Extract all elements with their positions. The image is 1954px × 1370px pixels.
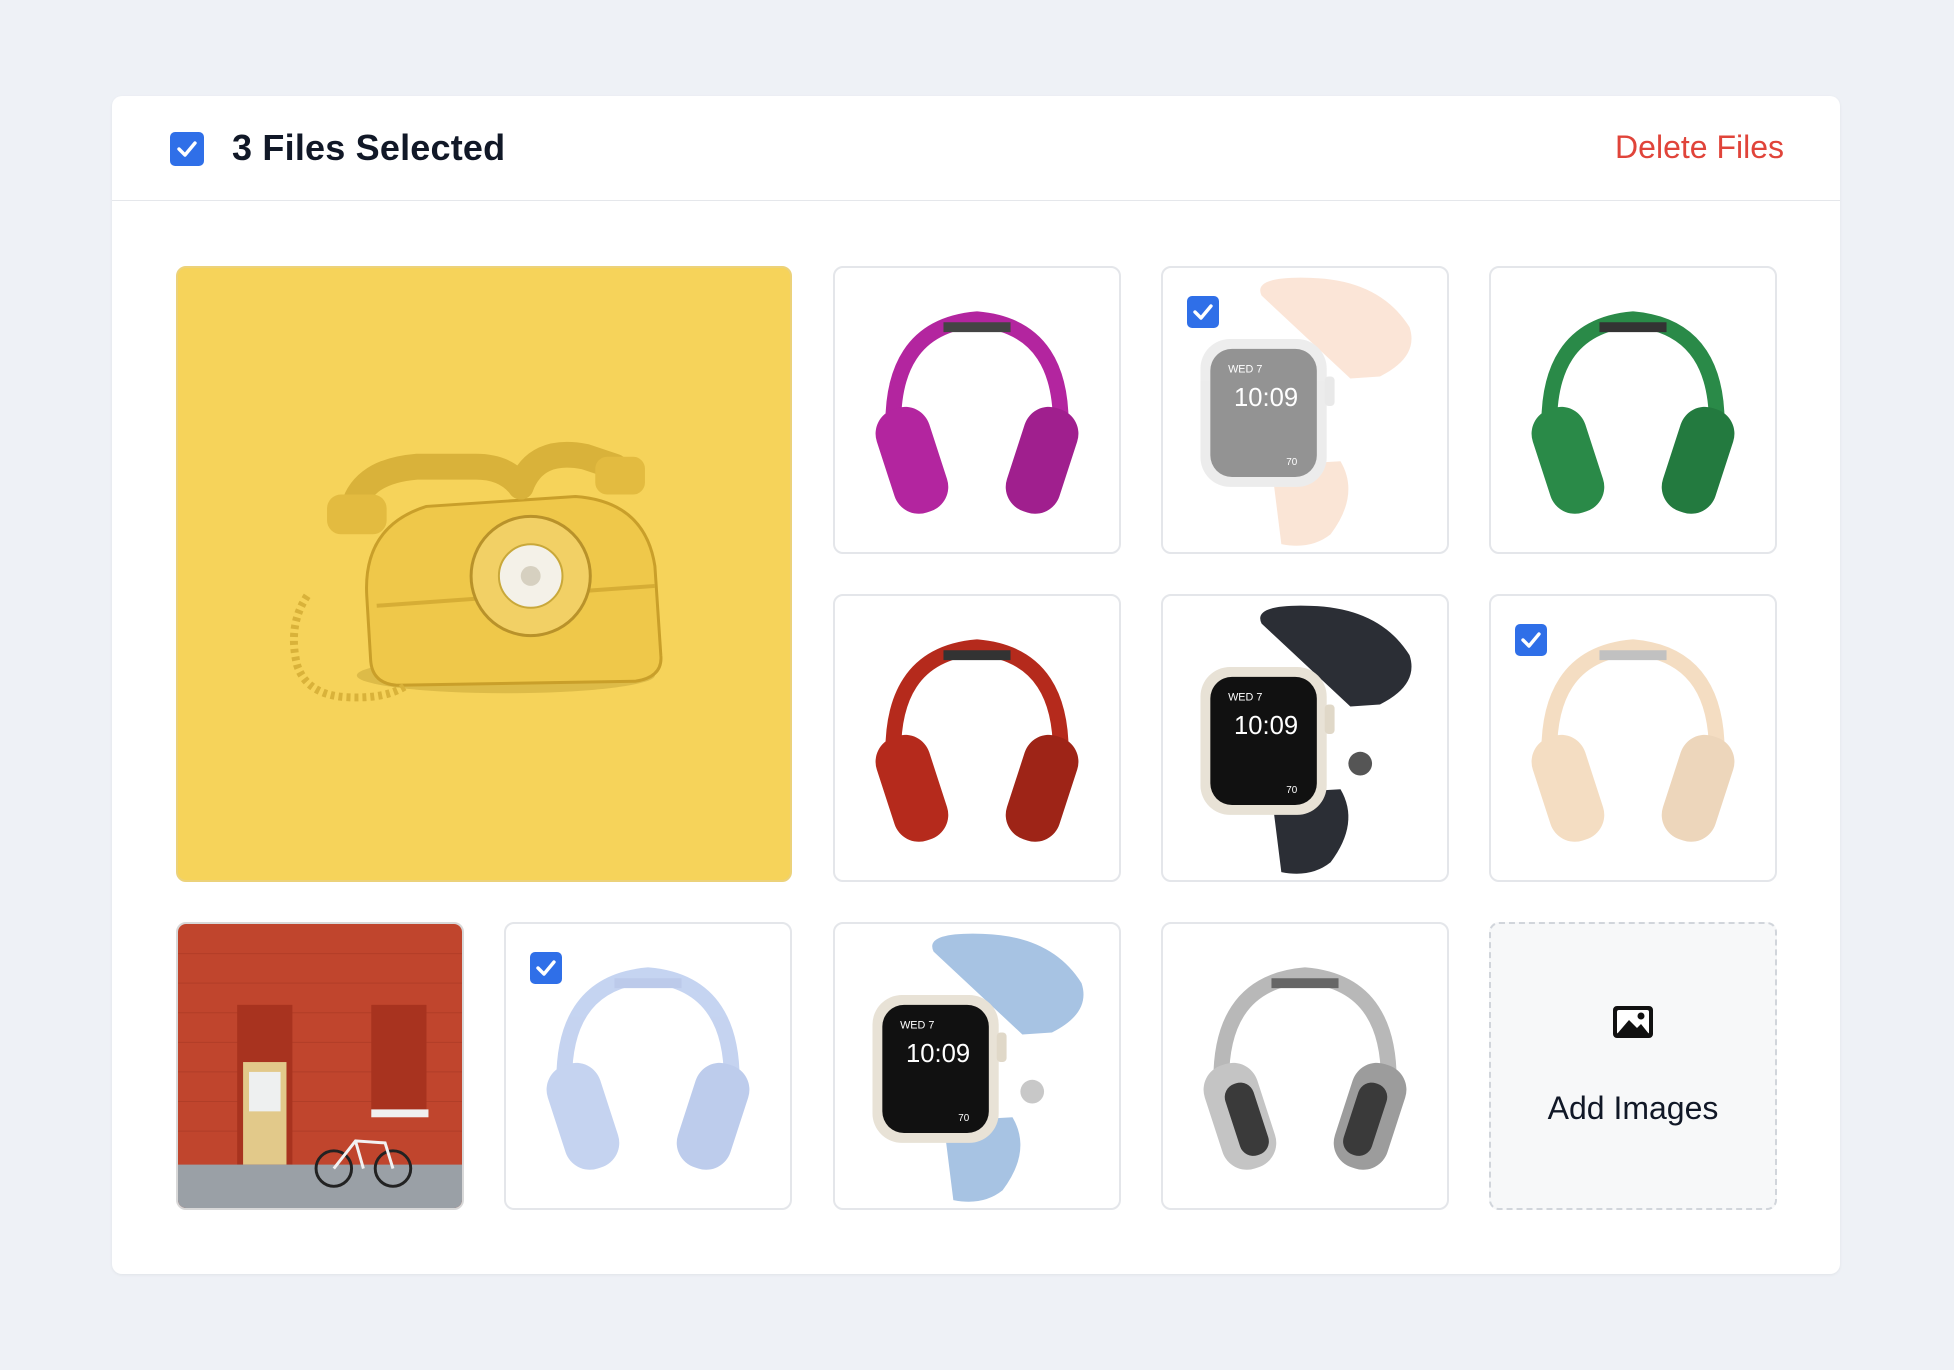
watch-complication: 70 [958,1113,969,1124]
add-images-button[interactable]: Add Images [1489,922,1777,1210]
smartwatch-image: WED 7 10:09 70 [1200,605,1412,874]
checkmark-icon [536,960,556,976]
building-image [178,924,462,1208]
tile-checkbox[interactable] [1187,296,1219,328]
checkmark-icon [177,141,197,157]
delete-files-button[interactable]: Delete Files [1615,129,1784,166]
image-tile-light-blue-watch[interactable]: WED 7 10:09 70 [833,922,1121,1210]
headphones-image [1203,967,1407,1170]
image-tile-peach-watch[interactable]: WED 7 10:09 70 [1161,266,1449,554]
watch-time: 10:09 [1234,384,1298,412]
selected-count-label: 3 Files Selected [232,127,506,168]
telephone-image [289,441,663,702]
select-all-checkbox[interactable] [170,132,204,166]
watch-complication: 70 [1286,457,1297,468]
image-tile-yellow-telephone[interactable] [176,266,792,882]
watch-day: WED 7 [900,1020,934,1032]
image-tile-midnight-watch[interactable]: WED 7 10:09 70 [1161,594,1449,882]
watch-complication: 70 [1286,785,1297,796]
headphones-image [1531,311,1735,514]
add-images-label: Add Images [1547,1090,1719,1126]
selection-header: 3 Files Selected Delete Files [112,96,1840,201]
image-tile-red-brick-building[interactable] [176,922,464,1210]
image-tile-tan-headphones[interactable] [1489,594,1777,882]
tile-checkbox[interactable] [530,952,562,984]
tile-checkbox[interactable] [1515,624,1547,656]
smartwatch-image: WED 7 10:09 70 [872,933,1084,1202]
image-icon [1613,1006,1653,1038]
checkmark-icon [1521,632,1541,648]
checkmark-icon [1193,304,1213,320]
watch-time: 10:09 [906,1040,970,1068]
watch-day: WED 7 [1228,364,1262,376]
file-manager-card: 3 Files Selected Delete Files WED 7 10:0… [112,96,1840,1274]
image-tile-magenta-headphones[interactable] [833,266,1121,554]
image-tile-red-headphones[interactable] [833,594,1121,882]
image-tile-silver-headphones[interactable] [1161,922,1449,1210]
headphones-image [875,639,1079,842]
watch-day: WED 7 [1228,692,1262,704]
image-tile-blue-headphones[interactable] [504,922,792,1210]
image-tile-green-headphones[interactable] [1489,266,1777,554]
watch-time: 10:09 [1234,712,1298,740]
headphones-image [875,311,1079,514]
